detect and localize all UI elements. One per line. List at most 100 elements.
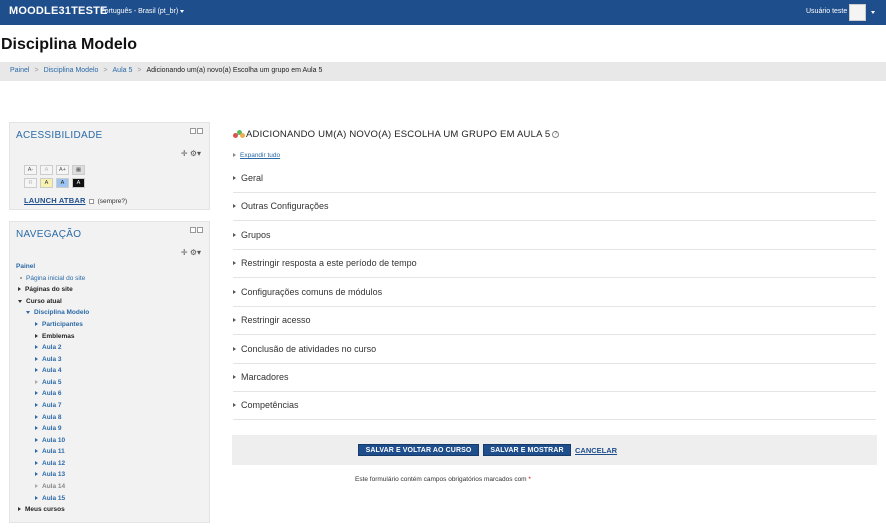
move-icon[interactable]: ✛ [181, 248, 188, 257]
expand-icon[interactable] [18, 287, 21, 292]
expand-icon[interactable] [35, 357, 38, 362]
launch-atbar: LAUNCH ATBAR (sempre?) [24, 196, 127, 205]
user-menu-name[interactable]: Usuário teste [806, 8, 847, 15]
font-decrease-button[interactable]: A- [24, 165, 37, 175]
dock-icon[interactable] [197, 227, 203, 233]
nav-item-aula-14[interactable]: Aula 14 [42, 483, 65, 490]
nav-item-aula-8[interactable]: Aula 8 [42, 414, 62, 421]
expand-icon[interactable] [35, 403, 38, 408]
expand-icon[interactable] [35, 368, 38, 373]
expand-icon[interactable] [18, 507, 21, 512]
color-black-button[interactable]: A [72, 178, 85, 188]
expand-icon[interactable] [35, 380, 38, 385]
nav-item-aula-5[interactable]: Aula 5 [42, 379, 62, 386]
always-checkbox[interactable] [88, 198, 94, 204]
section-marcadores[interactable]: Marcadores [233, 364, 876, 392]
collapse-icon[interactable] [18, 299, 22, 303]
navigation-block: NAVEGAÇÃO ✛ ⚙▾ Painel Página inicial do … [9, 221, 210, 523]
nav-item-badges[interactable]: Emblemas [42, 333, 75, 340]
block-title: ACESSIBILIDADE [16, 130, 103, 141]
section-competencias[interactable]: Competências [233, 392, 876, 420]
nav-item-aula-13[interactable]: Aula 13 [42, 471, 65, 478]
section-geral[interactable]: Geral [233, 165, 876, 193]
nav-item-site-pages[interactable]: Páginas do site [25, 286, 73, 293]
section-label: Geral [241, 173, 264, 183]
nav-item-aula-3[interactable]: Aula 3 [42, 356, 62, 363]
move-icon[interactable]: ✛ [181, 149, 188, 158]
save-settings-icon[interactable]: ▦ [72, 165, 85, 175]
expand-icon[interactable] [35, 391, 38, 396]
dock-icon[interactable] [190, 128, 196, 134]
nav-item-current-course[interactable]: Curso atual [26, 298, 62, 305]
section-label: Outras Configurações [241, 201, 329, 211]
help-icon[interactable]: ? [552, 130, 560, 138]
section-restringir-resposta[interactable]: Restringir resposta a este período de te… [233, 250, 876, 278]
expand-icon [233, 153, 236, 158]
expand-icon[interactable] [35, 345, 38, 350]
nav-item-aula-11[interactable]: Aula 11 [42, 448, 65, 455]
gear-icon[interactable]: ⚙▾ [190, 248, 201, 257]
nav-item-aula-9[interactable]: Aula 9 [42, 425, 62, 432]
nav-item-aula-15[interactable]: Aula 15 [42, 495, 65, 502]
color-reset-button[interactable]: R [24, 178, 37, 188]
expand-icon[interactable] [35, 496, 38, 501]
dock-icon[interactable] [190, 227, 196, 233]
form-heading: ADICIONANDO UM(A) NOVO(A) ESCOLHA UM GRU… [233, 129, 560, 140]
section-grupos[interactable]: Grupos [233, 222, 876, 250]
chevron-down-icon[interactable] [871, 11, 875, 14]
avatar[interactable] [849, 4, 866, 21]
section-configuracoes-comuns[interactable]: Configurações comuns de módulos [233, 279, 876, 307]
form-actions: SALVAR E VOLTAR AO CURSO SALVAR E MOSTRA… [232, 435, 877, 465]
color-blue-button[interactable]: A [56, 178, 69, 188]
font-reset-button[interactable]: A [40, 165, 53, 175]
nav-item-site-home[interactable]: Página inicial do site [26, 275, 85, 282]
required-note: Este formulário contém campos obrigatóri… [355, 476, 531, 483]
breadcrumb-item-painel[interactable]: Painel [10, 67, 29, 74]
expand-icon[interactable] [35, 461, 38, 466]
section-restringir-acesso[interactable]: Restringir acesso [233, 307, 876, 335]
dock-icon[interactable] [197, 128, 203, 134]
cancel-button[interactable]: CANCELAR [575, 446, 617, 455]
save-return-button[interactable]: SALVAR E VOLTAR AO CURSO [358, 444, 479, 456]
nav-item-aula-7[interactable]: Aula 7 [42, 402, 62, 409]
nav-item-aula-12[interactable]: Aula 12 [42, 460, 65, 467]
site-brand[interactable]: MOODLE31TESTE [9, 5, 108, 17]
nav-item-course[interactable]: Disciplina Modelo [34, 309, 89, 316]
expand-icon[interactable] [35, 426, 38, 431]
expand-icon [233, 347, 236, 351]
nav-item-aula-6[interactable]: Aula 6 [42, 390, 62, 397]
gear-icon[interactable]: ⚙▾ [190, 149, 201, 158]
launch-atbar-link[interactable]: LAUNCH ATBAR [24, 196, 86, 205]
block-actions[interactable]: ✛ ⚙▾ [181, 149, 201, 158]
nav-item-aula-10[interactable]: Aula 10 [42, 437, 65, 444]
expand-icon [233, 290, 236, 294]
save-show-button[interactable]: SALVAR E MOSTRAR [483, 444, 571, 456]
expand-all-link[interactable]: Expandir tudo [240, 152, 280, 159]
expand-all: Expandir tudo [233, 152, 280, 159]
expand-icon[interactable] [35, 322, 38, 327]
dock-controls[interactable] [190, 128, 203, 134]
dock-controls[interactable] [190, 227, 203, 233]
expand-icon[interactable] [35, 449, 38, 454]
expand-icon[interactable] [35, 472, 38, 477]
nav-item-aula-4[interactable]: Aula 4 [42, 367, 62, 374]
section-conclusao-atividades[interactable]: Conclusão de atividades no curso [233, 336, 876, 364]
block-actions[interactable]: ✛ ⚙▾ [181, 248, 201, 257]
expand-icon[interactable] [35, 484, 38, 489]
expand-icon[interactable] [35, 334, 38, 339]
chevron-down-icon [180, 9, 185, 13]
collapse-icon[interactable] [26, 310, 30, 314]
expand-icon [233, 261, 236, 265]
font-increase-button[interactable]: A+ [56, 165, 69, 175]
breadcrumb-item-section[interactable]: Aula 5 [113, 67, 133, 74]
nav-item-participants[interactable]: Participantes [42, 321, 83, 328]
section-outras-configuracoes[interactable]: Outras Configurações [233, 193, 876, 221]
nav-item-painel[interactable]: Painel [16, 263, 35, 270]
expand-icon[interactable] [35, 438, 38, 443]
expand-icon[interactable] [35, 415, 38, 420]
nav-item-my-courses[interactable]: Meus cursos [25, 506, 65, 513]
nav-item-aula-2[interactable]: Aula 2 [42, 344, 62, 351]
color-yellow-button[interactable]: A [40, 178, 53, 188]
language-menu[interactable]: Português - Brasil (pt_br) [100, 8, 185, 15]
breadcrumb-item-course[interactable]: Disciplina Modelo [44, 67, 99, 74]
